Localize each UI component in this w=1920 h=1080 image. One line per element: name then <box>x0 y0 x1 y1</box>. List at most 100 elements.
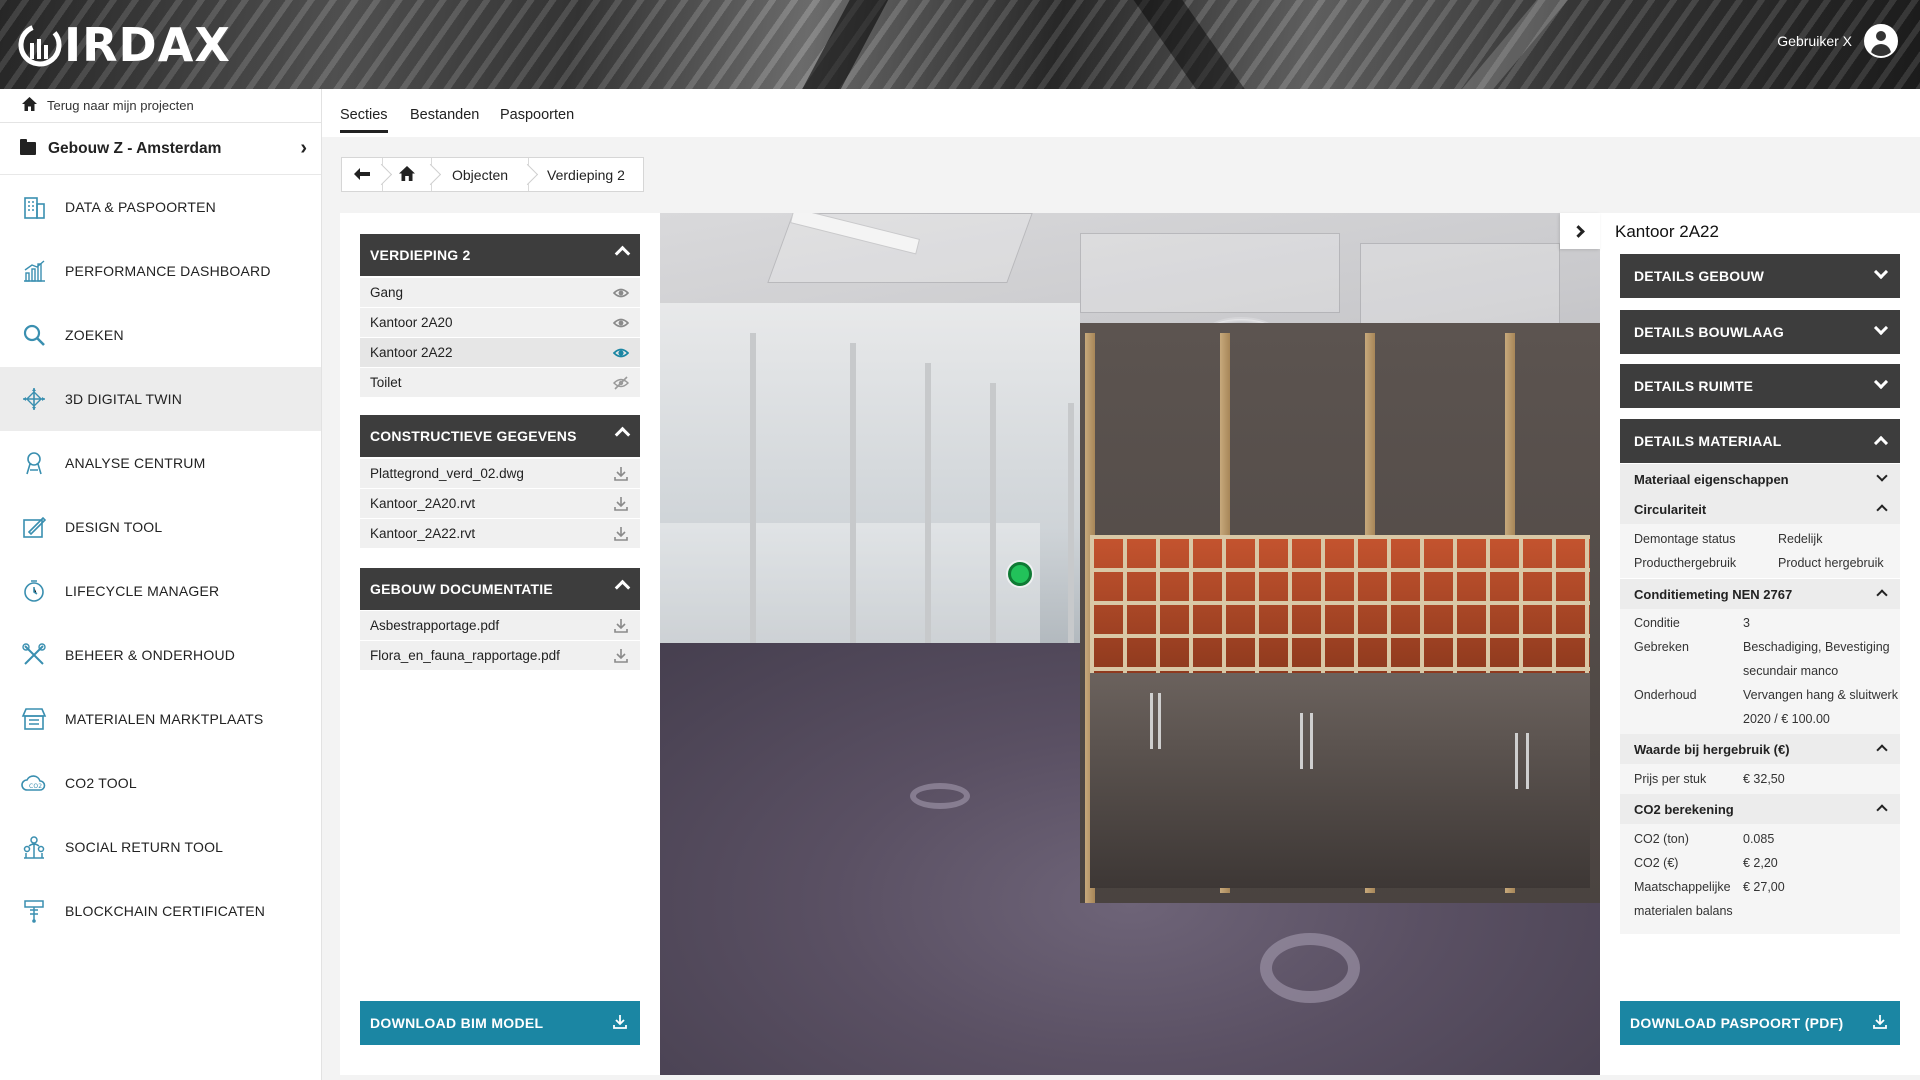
download-paspoort-button[interactable]: DOWNLOAD PASPOORT (PDF) <box>1620 1001 1900 1045</box>
home-icon <box>22 96 37 115</box>
download-icon[interactable] <box>613 618 629 634</box>
download-icon[interactable] <box>613 648 629 664</box>
file-item[interactable]: Kantoor_2A20.rvt <box>360 489 640 519</box>
accordion-label: DETAILS BOUWLAAG <box>1634 324 1784 340</box>
breadcrumb-item-verdieping-2[interactable]: Verdieping 2 <box>528 158 643 191</box>
file-item[interactable]: Plattegrond_verd_02.dwg <box>360 459 640 489</box>
top-header: IRDAX Gebruiker X <box>0 0 1920 89</box>
kv-value: € 32,50 <box>1743 772 1785 786</box>
tab-paspoorten[interactable]: Paspoorten <box>500 107 574 123</box>
download-icon[interactable] <box>613 496 629 512</box>
download-icon[interactable] <box>613 526 629 542</box>
file-item[interactable]: Flora_en_fauna_rapportage.pdf <box>360 641 640 671</box>
eye-off-icon[interactable] <box>612 375 630 391</box>
brand-name: IRDAX <box>64 18 231 72</box>
file-name: Kantoor_2A20.rvt <box>370 496 476 511</box>
section-header-verdieping[interactable]: VERDIEPING 2 <box>360 234 640 276</box>
tab-secties[interactable]: Secties <box>340 107 388 133</box>
nav-item-design-tool[interactable]: DESIGN TOOL <box>0 495 321 559</box>
nav-item-analyse-centrum[interactable]: ANALYSE CENTRUM <box>0 431 321 495</box>
search-icon <box>20 321 48 349</box>
list-item-toilet[interactable]: Toilet <box>360 368 640 398</box>
back-to-projects-link[interactable]: Terug naar mijn projecten <box>0 89 321 123</box>
chevron-up-icon <box>614 426 631 443</box>
kv-key: Conditie <box>1634 616 1680 630</box>
chevron-right-icon <box>1571 224 1585 238</box>
kv-key: materialen balans <box>1634 904 1733 918</box>
nav-item-materialen-marktplaats[interactable]: MATERIALEN MARKTPLAATS <box>0 687 321 751</box>
subsection-materiaal-eigenschappen[interactable]: Materiaal eigenschappen <box>1620 464 1900 494</box>
nav-item-social-return-tool[interactable]: SOCIAL RETURN TOOL <box>0 815 321 879</box>
nav-label: LIFECYCLE MANAGER <box>65 583 220 599</box>
nav-item-lifecycle-manager[interactable]: LIFECYCLE MANAGER <box>0 559 321 623</box>
chevron-down-icon <box>1876 470 1888 482</box>
subsection-co2-berekening[interactable]: CO2 berekening <box>1620 794 1900 824</box>
viewer-shelving <box>1090 535 1590 673</box>
kv-key: Onderhoud <box>1634 688 1697 702</box>
co2-cloud-icon: CO2 <box>20 769 48 797</box>
brand-logo[interactable]: IRDAX <box>18 20 231 70</box>
list-item-kantoor-2a22[interactable]: Kantoor 2A22 <box>360 338 640 368</box>
accordion-label: DETAILS GEBOUW <box>1634 268 1765 284</box>
download-bim-model-button[interactable]: DOWNLOAD BIM MODEL <box>360 1001 640 1045</box>
file-item[interactable]: Asbestrapportage.pdf <box>360 611 640 641</box>
accordion-label: DETAILS MATERIAAL <box>1634 433 1782 449</box>
accordion-details-ruimte[interactable]: DETAILS RUIMTE <box>1620 364 1900 408</box>
nav-label: 3D DIGITAL TWIN <box>65 391 183 407</box>
tab-bestanden[interactable]: Bestanden <box>410 107 479 123</box>
chevron-up-icon <box>1876 589 1888 601</box>
marketplace-icon <box>20 705 48 733</box>
lifecycle-icon <box>20 577 48 605</box>
subsection-circulariteit[interactable]: Circulariteit <box>1620 494 1900 524</box>
section-header-documentatie[interactable]: GEBOUW DOCUMENTATIE <box>360 568 640 610</box>
nav-label: DATA & PASPOORTEN <box>65 199 216 215</box>
eye-icon[interactable] <box>612 315 630 331</box>
kv-key: Demontage status <box>1634 532 1736 546</box>
logo-mark-icon <box>18 23 62 67</box>
download-icon[interactable] <box>613 466 629 482</box>
kv-value: 0.085 <box>1743 832 1775 846</box>
list-item-label: Kantoor 2A20 <box>370 315 453 330</box>
download-icon <box>612 1014 628 1030</box>
subsection-conditiemeting[interactable]: Conditiemeting NEN 2767 <box>1620 579 1900 609</box>
collapse-panel-button[interactable] <box>1560 213 1600 249</box>
nav-item-co2-tool[interactable]: CO2 CO2 TOOL <box>0 751 321 815</box>
accordion-details-materiaal[interactable]: DETAILS MATERIAAL <box>1620 419 1900 463</box>
project-selector[interactable]: Gebouw Z - Amsterdam › <box>0 123 321 175</box>
back-arrow-button[interactable] <box>342 158 382 191</box>
nav-item-data-paspoorten[interactable]: DATA & PASPOORTEN <box>0 175 321 239</box>
kv-value: € 2,20 <box>1743 856 1778 870</box>
file-item[interactable]: Kantoor_2A22.rvt <box>360 519 640 549</box>
accordion-details-gebouw[interactable]: DETAILS GEBOUW <box>1620 254 1900 298</box>
nav-item-zoeken[interactable]: ZOEKEN <box>0 303 321 367</box>
file-name: Flora_en_fauna_rapportage.pdf <box>370 648 560 663</box>
file-name: Asbestrapportage.pdf <box>370 618 500 633</box>
eye-icon[interactable] <box>612 285 630 301</box>
user-avatar-icon[interactable] <box>1864 24 1898 58</box>
3d-viewer[interactable] <box>660 213 1600 1075</box>
user-menu[interactable]: Gebruiker X <box>1777 24 1898 58</box>
kv-value: Beschadiging, Bevestiging <box>1743 640 1890 654</box>
nav-item-blockchain-certificaten[interactable]: BLOCKCHAIN CERTIFICATEN <box>0 879 321 943</box>
location-marker[interactable] <box>1008 562 1032 586</box>
nav-item-3d-digital-twin[interactable]: 3D DIGITAL TWIN <box>0 367 321 431</box>
accordion-details-bouwlaag[interactable]: DETAILS BOUWLAAG <box>1620 310 1900 354</box>
svg-text:CO2: CO2 <box>29 783 42 790</box>
analysis-icon <box>20 449 48 477</box>
chevron-up-icon <box>1876 744 1888 756</box>
breadcrumb-item-objecten[interactable]: Objecten <box>431 158 528 191</box>
back-link-label: Terug naar mijn projecten <box>47 98 194 113</box>
eye-icon[interactable] <box>612 345 630 361</box>
kv-value: secundair manco <box>1743 664 1839 678</box>
section-header-constructie[interactable]: CONSTRUCTIEVE GEGEVENS <box>360 415 640 457</box>
nav-label: SOCIAL RETURN TOOL <box>65 839 224 855</box>
breadcrumb: Objecten Verdieping 2 <box>341 157 644 192</box>
list-item-gang[interactable]: Gang <box>360 278 640 308</box>
download-icon <box>1872 1014 1888 1030</box>
subsection-waarde-hergebruik[interactable]: Waarde bij hergebruik (€) <box>1620 734 1900 764</box>
nav-item-performance-dashboard[interactable]: PERFORMANCE DASHBOARD <box>0 239 321 303</box>
nav-label: BLOCKCHAIN CERTIFICATEN <box>65 903 266 919</box>
nav-item-beheer-onderhoud[interactable]: BEHEER & ONDERHOUD <box>0 623 321 687</box>
file-name: Plattegrond_verd_02.dwg <box>370 466 524 481</box>
list-item-kantoor-2a20[interactable]: Kantoor 2A20 <box>360 308 640 338</box>
